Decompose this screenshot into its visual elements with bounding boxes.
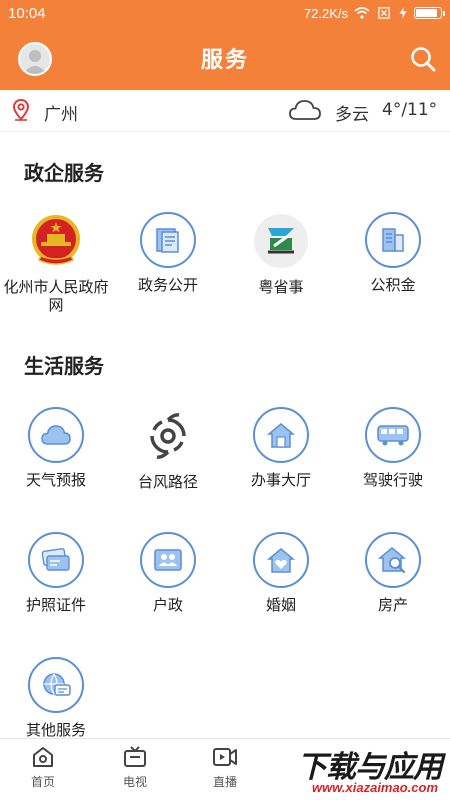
nav-home[interactable]: 首页 (8, 745, 78, 790)
service-label: 粤省事 (258, 278, 304, 296)
service-label: 化州市人民政府网 (3, 278, 109, 314)
weather-condition: 多云 (335, 105, 369, 125)
service-item-weather[interactable]: 天气预报 (0, 407, 112, 489)
household-icon (140, 532, 196, 588)
service-label: 房产 (377, 596, 408, 614)
service-item-household[interactable]: 户政 (112, 532, 224, 614)
cloud-icon (289, 100, 321, 120)
globe-chat-icon (28, 657, 84, 713)
service-item-other[interactable]: 其他服务 (0, 657, 112, 739)
house-icon (253, 407, 309, 463)
wifi-icon (354, 7, 370, 19)
service-item-driving[interactable]: 驾驶行驶 (337, 407, 449, 489)
service-label: 婚姻 (265, 596, 296, 614)
house-search-icon (365, 532, 421, 588)
service-item-typhoon[interactable]: 台风路径 (112, 407, 224, 491)
app-header: 服务 (0, 26, 450, 90)
cloud-icon (28, 407, 84, 463)
service-item-yueshengshi[interactable]: 粤省事 (225, 212, 337, 296)
nav-label: 电视 (122, 775, 147, 789)
service-item-housing-fund[interactable]: 公积金 (337, 212, 449, 294)
status-right: 72.2K/s (303, 5, 445, 21)
service-item-property[interactable]: 房产 (337, 532, 449, 614)
service-item-passport[interactable]: 护照证件 (0, 532, 112, 614)
tv-icon (124, 746, 146, 767)
service-item-service-hall[interactable]: 办事大厅 (225, 407, 337, 489)
location-bar: 广州 多云 4°/11° (0, 90, 450, 132)
page-title: 服务 (200, 48, 249, 73)
service-label: 护照证件 (25, 596, 86, 614)
location-pin-icon (12, 99, 30, 121)
battery-fill (416, 9, 437, 17)
nav-live[interactable]: 直播 (190, 745, 260, 790)
service-label: 政务公开 (137, 276, 198, 294)
service-label: 办事大厅 (250, 471, 311, 489)
service-item-gov-affairs[interactable]: 政务公开 (112, 212, 224, 294)
typhoon-icon (139, 407, 197, 465)
status-bar: 10:04 72.2K/s (0, 0, 450, 26)
live-video-icon (213, 748, 237, 766)
service-item-marriage[interactable]: 婚姻 (225, 532, 337, 614)
battery-icon (414, 7, 445, 19)
yueshengshi-icon (252, 212, 310, 270)
service-label: 台风路径 (137, 473, 198, 491)
no-sim-icon (378, 7, 390, 19)
user-avatar-icon[interactable] (18, 42, 52, 76)
service-label: 其他服务 (25, 721, 86, 739)
bus-icon (365, 407, 421, 463)
status-time: 10:04 (8, 4, 46, 22)
temperature: 4°/11° (382, 100, 438, 120)
service-label: 驾驶行驶 (362, 471, 423, 489)
network-speed: 72.2K/s (303, 5, 348, 21)
service-label: 户政 (152, 596, 183, 614)
search-icon[interactable] (410, 46, 436, 72)
card-icon (28, 532, 84, 588)
nav-label: 首页 (30, 775, 55, 789)
service-label: 天气预报 (25, 471, 86, 489)
service-item-gov-website[interactable]: 化州市人民政府网 (0, 212, 112, 314)
watermark-sub: www.xiazaimao.com (312, 780, 438, 795)
charging-icon (399, 7, 407, 19)
nav-label: 直播 (212, 775, 237, 789)
building-icon (365, 212, 421, 268)
document-icon (140, 212, 196, 268)
home-icon (33, 747, 53, 767)
gov-section-title: 政企服务 (24, 161, 104, 185)
life-section-title: 生活服务 (24, 354, 104, 378)
site-watermark: 下载与应用 www.xiazaimao.com (268, 740, 448, 798)
city-name[interactable]: 广州 (44, 100, 78, 125)
service-label: 公积金 (370, 276, 416, 294)
national-emblem-icon (27, 212, 85, 270)
nav-tv[interactable]: 电视 (100, 745, 170, 790)
heart-house-icon (253, 532, 309, 588)
